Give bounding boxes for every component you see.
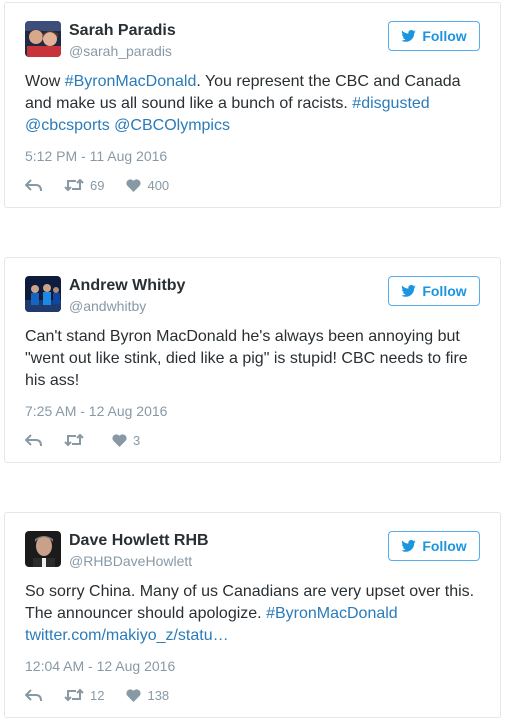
follow-button[interactable]: Follow (388, 276, 480, 306)
twitter-bird-icon (401, 30, 417, 42)
tweet-link[interactable]: #disgusted (352, 95, 429, 112)
reply-icon (25, 178, 42, 191)
like-button[interactable]: 3 (112, 433, 140, 448)
reply-button[interactable] (25, 178, 42, 192)
user-handle[interactable]: @andwhitby (69, 298, 146, 314)
reply-icon (25, 688, 42, 701)
avatar[interactable] (25, 531, 61, 567)
follow-label: Follow (422, 283, 467, 299)
user-handle[interactable]: @RHBDaveHowlett (69, 553, 192, 569)
tweet-text-segment: So sorry China. Many of us Canadians are… (25, 583, 475, 622)
tweet-text: So sorry China. Many of us Canadians are… (25, 581, 480, 647)
tweet-actions: 12 138 (25, 685, 191, 705)
display-name[interactable]: Dave Howlett RHB (69, 532, 209, 550)
tweet-timestamp[interactable]: 12:04 AM - 12 Aug 2016 (25, 658, 175, 674)
tweet-card: Sarah Paradis @sarah_paradis Follow Wow … (4, 2, 501, 208)
reply-button[interactable] (25, 688, 42, 702)
follow-label: Follow (422, 28, 467, 44)
tweet-link[interactable]: @cbcsports (25, 117, 110, 134)
retweet-icon (64, 178, 84, 192)
tweet-actions: 3 (25, 430, 162, 450)
retweet-count: 69 (90, 177, 105, 193)
like-count: 3 (133, 432, 141, 448)
retweet-button[interactable]: 69 (64, 178, 104, 193)
avatar[interactable] (25, 21, 61, 57)
retweet-count: 12 (90, 687, 105, 703)
follow-button[interactable]: Follow (388, 531, 480, 561)
avatar[interactable] (25, 276, 61, 312)
tweet-link[interactable]: @CBCOlympics (114, 117, 230, 134)
follow-label: Follow (422, 538, 467, 554)
like-button[interactable]: 400 (126, 178, 169, 193)
reply-button[interactable] (25, 433, 42, 447)
display-name[interactable]: Sarah Paradis (69, 22, 176, 40)
tweet-link[interactable]: #ByronMacDonald (266, 605, 398, 622)
tweet-actions: 69 400 (25, 175, 191, 195)
twitter-bird-icon (401, 285, 417, 297)
tweet-card: Andrew Whitby @andwhitby Follow Can't st… (4, 257, 501, 463)
tweet-text-segment: Can't stand Byron MacDonald he's always … (25, 328, 468, 389)
like-button[interactable]: 138 (126, 688, 169, 703)
display-name[interactable]: Andrew Whitby (69, 277, 185, 295)
reply-icon (25, 433, 42, 446)
twitter-bird-icon (401, 540, 417, 552)
heart-icon (112, 433, 127, 447)
tweet-link[interactable]: #ByronMacDonald (65, 73, 197, 90)
like-count: 138 (147, 687, 170, 703)
tweet-text-segment: Wow (25, 73, 65, 90)
retweet-icon (64, 433, 84, 447)
user-handle[interactable]: @sarah_paradis (69, 43, 172, 59)
follow-button[interactable]: Follow (388, 21, 480, 51)
retweet-icon (64, 688, 84, 702)
heart-icon (126, 178, 142, 192)
tweet-timestamp[interactable]: 5:12 PM - 11 Aug 2016 (25, 148, 167, 164)
tweet-link[interactable]: twitter.com/makiyo_z/statu… (25, 627, 229, 644)
tweet-text: Wow #ByronMacDonald. You represent the C… (25, 71, 480, 137)
heart-icon (126, 688, 142, 702)
tweet-timestamp[interactable]: 7:25 AM - 12 Aug 2016 (25, 403, 167, 419)
retweet-button[interactable]: 12 (64, 688, 104, 703)
retweet-button[interactable] (64, 433, 90, 447)
tweet-card: Dave Howlett RHB @RHBDaveHowlett Follow … (4, 512, 501, 718)
tweet-text: Can't stand Byron MacDonald he's always … (25, 326, 480, 392)
like-count: 400 (147, 177, 170, 193)
